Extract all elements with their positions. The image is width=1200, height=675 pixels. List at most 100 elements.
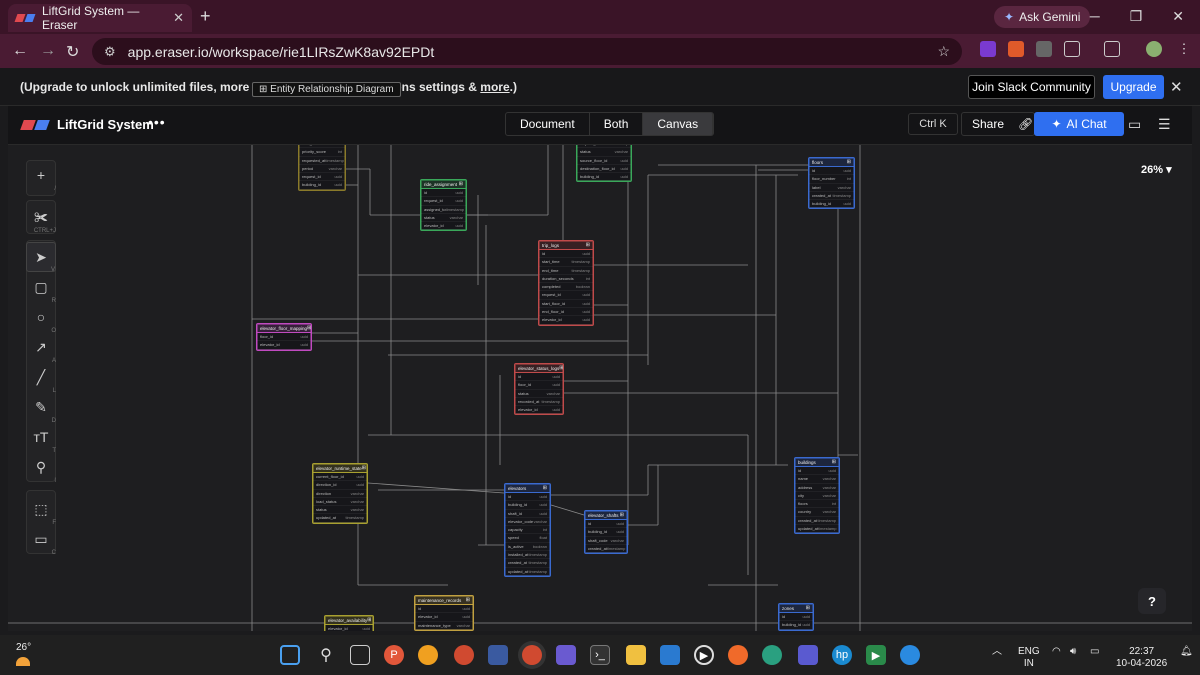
arrow-tool[interactable]: ↗ A: [26, 332, 56, 365]
column-type: uuid: [455, 198, 463, 204]
minimize-icon[interactable]: ─: [1090, 8, 1100, 24]
erd-table-elevators[interactable]: elevators ⊞ id uuid building_id uuid shaft_id u…: [504, 483, 551, 577]
project-title[interactable]: LiftGrid System: [57, 117, 154, 132]
clock[interactable]: 22:37 10-04-2026: [1116, 646, 1167, 670]
banner-more-link[interactable]: more: [480, 80, 509, 94]
banner-close-icon[interactable]: ✕: [1170, 78, 1183, 96]
column-name: recorded_at: [518, 398, 540, 404]
text-tool[interactable]: ᴛT T: [26, 422, 56, 454]
erd-table-buildings[interactable]: buildings ⊞ id uuid name varchar address varcha…: [794, 457, 840, 535]
comments-icon[interactable]: ▭: [1128, 116, 1141, 133]
edge-icon[interactable]: [762, 645, 782, 665]
column-type: varchar: [456, 622, 470, 628]
extension-folder-icon[interactable]: [1036, 41, 1052, 57]
back-icon[interactable]: ←: [12, 42, 28, 60]
join-slack-button[interactable]: Join Slack Community: [968, 75, 1095, 99]
ask-gemini-button[interactable]: ✦ Ask Gemini: [994, 6, 1091, 28]
vscode-icon[interactable]: [660, 645, 680, 665]
help-button[interactable]: ?: [1138, 588, 1166, 614]
windows-start-icon[interactable]: [280, 645, 300, 665]
url-input[interactable]: ⚙ app.eraser.io/workspace/rie1LIRsZwK8av…: [92, 38, 962, 65]
extension-s-icon[interactable]: [980, 41, 996, 57]
bookmark-star-icon[interactable]: ☆: [937, 43, 950, 60]
app-orange-icon[interactable]: [728, 645, 748, 665]
restore-icon[interactable]: ❐: [1130, 8, 1143, 25]
cursor-ai-tool[interactable]: ✀ CTRL+J: [26, 202, 56, 235]
erd-table-title: elevator_availability ⊞: [325, 616, 373, 625]
reload-icon[interactable]: ↻: [66, 42, 79, 62]
volume-icon[interactable]: 🔊︎: [1070, 646, 1076, 658]
erd-table-elevator_floor_mapping[interactable]: elevator_floor_mapping ⊞ floor_id uuid eleva…: [256, 323, 312, 351]
zoom-level-dropdown[interactable]: 26% ▾: [1141, 163, 1172, 176]
erd-table-elevator_availability[interactable]: elevator_availability ⊞ elevator_id uuid: [324, 615, 374, 631]
icon-tool[interactable]: ⚲ I: [26, 452, 56, 485]
erd-table-top-left[interactable]: user_iduuidpriority_scoreintrequested_at…: [298, 145, 346, 191]
terminal-icon[interactable]: ›_: [590, 645, 610, 665]
command-palette-button[interactable]: Ctrl K: [908, 113, 958, 135]
erd-table-floors[interactable]: floors ⊞ id uuid floor_number int label varchar…: [808, 157, 855, 210]
forward-icon[interactable]: →: [40, 42, 56, 60]
teams-icon[interactable]: [798, 645, 818, 665]
erd-table-zones[interactable]: zones ⊞ id uuid building_id uuid: [778, 603, 814, 631]
upgrade-button[interactable]: Upgrade: [1103, 75, 1164, 99]
wifi-icon[interactable]: ◠: [1052, 646, 1061, 658]
rectangle-tool[interactable]: ▢ R: [26, 272, 56, 305]
region-code: IN: [1023, 658, 1034, 669]
erd-table-ride_assignment[interactable]: ride_assignment ⊞ id uuid request_id uuid assi…: [420, 179, 467, 232]
frame-tool[interactable]: ⬚ F: [26, 494, 56, 527]
erd-table-elevator_status_logs[interactable]: elevator_status_logs ⊞ id uuid floor_id uuid s…: [514, 363, 564, 416]
battery-icon[interactable]: ▭: [1090, 646, 1099, 658]
site-info-icon[interactable]: ⚙: [104, 44, 116, 60]
line-tool[interactable]: ╱ L: [26, 362, 56, 395]
profile-avatar[interactable]: [1146, 41, 1162, 57]
project-menu-icon[interactable]: •••: [148, 114, 166, 130]
select-tool[interactable]: ➤ V: [26, 242, 56, 273]
extension-badge-icon[interactable]: [1008, 41, 1024, 57]
outline-icon[interactable]: ☰: [1158, 116, 1171, 133]
chrome-icon-2[interactable]: [522, 645, 542, 665]
column-name: building_id: [782, 622, 802, 628]
erd-table-elevator_runtime_state[interactable]: elevator_runtime_state ⊞ current_floor_id u…: [312, 463, 368, 524]
diagram-canvas[interactable]: user_iduuidpriority_scoreintrequested_at…: [8, 144, 1192, 631]
browser-menu-icon[interactable]: ⋮: [1176, 41, 1192, 57]
copilot-icon[interactable]: [556, 645, 576, 665]
reading-list-icon[interactable]: [1104, 41, 1120, 57]
app-network-icon[interactable]: [488, 645, 508, 665]
eraser-logo[interactable]: [20, 120, 50, 130]
erd-table-maintenance_records[interactable]: maintenance_records ⊞ id uuid elevator_id uui…: [414, 595, 474, 631]
tab-both[interactable]: Both: [590, 113, 644, 135]
media-player-icon[interactable]: ▶: [694, 645, 714, 665]
tab-document[interactable]: Document: [506, 113, 590, 135]
file-explorer-icon[interactable]: [626, 645, 646, 665]
app-edge-dev-icon[interactable]: [418, 645, 438, 665]
column-type: varchar: [449, 214, 463, 220]
task-view-icon[interactable]: [350, 645, 370, 665]
ai-chat-button[interactable]: ✦ AI Chat: [1034, 112, 1124, 136]
erd-column-row: building_id uuid: [505, 501, 550, 510]
weather-temperature[interactable]: 26°: [16, 642, 31, 653]
app-p-icon[interactable]: P: [384, 645, 404, 665]
add-tool[interactable]: + /: [26, 160, 56, 192]
tray-chevron-icon[interactable]: ︿: [992, 646, 1002, 658]
hp-icon[interactable]: hp: [832, 645, 852, 665]
share-button[interactable]: Share 🔗︎: [961, 112, 1035, 136]
new-tab-icon[interactable]: +: [200, 6, 211, 27]
comment-tool[interactable]: ▭ C: [26, 524, 56, 557]
language-indicator[interactable]: ENG IN: [1018, 646, 1040, 670]
window-close-icon[interactable]: ✕: [1172, 8, 1184, 25]
notifications-icon[interactable]: 🔔︎: [1180, 646, 1193, 658]
column-name: period: [302, 165, 314, 171]
extensions-puzzle-icon[interactable]: [1064, 41, 1080, 57]
browser-tab[interactable]: LiftGrid System — Eraser ✕: [8, 4, 192, 32]
chrome-icon-1[interactable]: [454, 645, 474, 665]
ellipse-tool[interactable]: ○ O: [26, 302, 56, 334]
docker-icon[interactable]: [900, 645, 920, 665]
pen-tool[interactable]: ✎ D: [26, 392, 56, 425]
tab-canvas[interactable]: Canvas: [643, 113, 714, 135]
erd-table-elevator_shafts[interactable]: elevator_shafts ⊞ id uuid building_id uuid sha…: [584, 510, 628, 555]
erd-table-trip_logs[interactable]: trip_logs ⊞ id uuid start_time timestamp end_t…: [538, 240, 594, 326]
tab-close-icon[interactable]: ✕: [173, 10, 184, 26]
erd-table-top-mid[interactable]: request_time timestamp status varchar source…: [576, 145, 632, 183]
play-store-icon[interactable]: ▶: [866, 645, 886, 665]
search-icon[interactable]: ⚲: [316, 645, 336, 665]
